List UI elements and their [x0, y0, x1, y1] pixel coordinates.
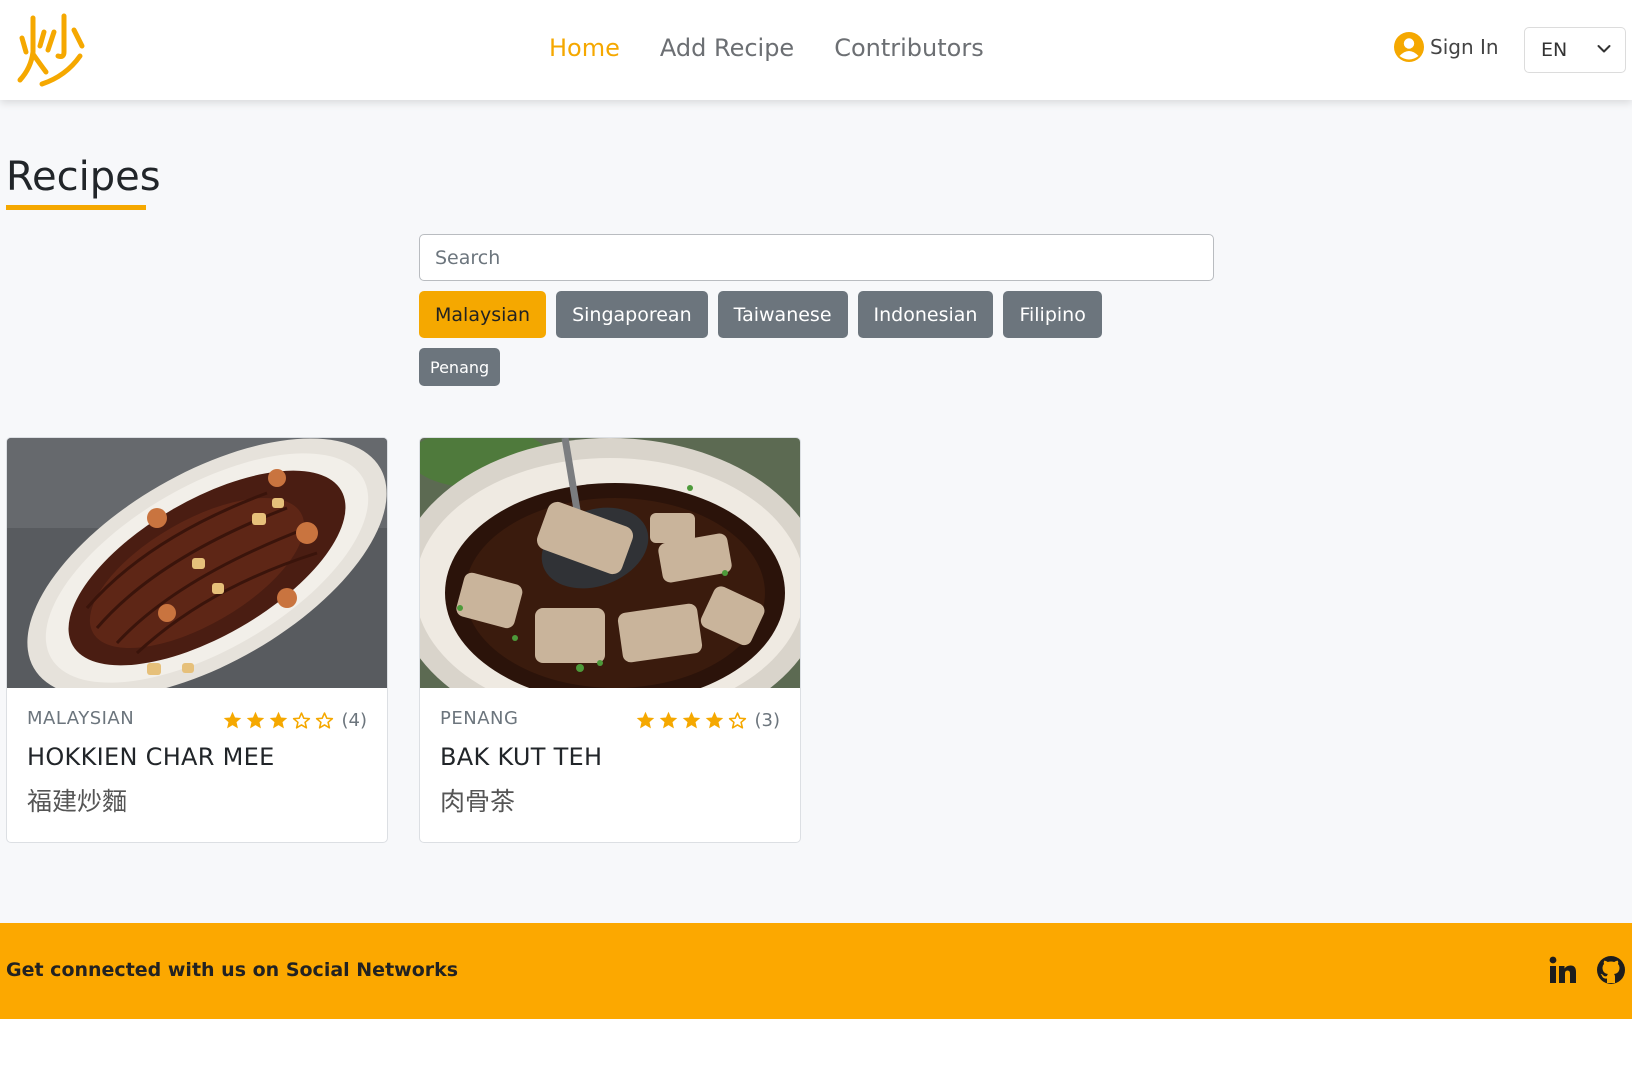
review-count: (4): [341, 710, 368, 731]
recipe-card[interactable]: MALAYSIAN (4) HOKKIEN CHAR MEE 福建炒麵: [6, 437, 388, 843]
nav-home-link[interactable]: Home: [549, 30, 620, 66]
star-filled-icon: [223, 711, 241, 729]
star-filled-icon: [682, 711, 700, 729]
nav-contributors-link[interactable]: Contributors: [834, 30, 984, 66]
recipe-rating: (4): [222, 710, 368, 731]
footer-social-text: Get connected with us on Social Networks: [6, 959, 459, 981]
filter-taiwanese-button[interactable]: Taiwanese: [717, 291, 848, 338]
nav-add-recipe-link[interactable]: Add Recipe: [660, 30, 794, 66]
filter-indonesian-button[interactable]: Indonesian: [857, 291, 994, 338]
linkedin-icon[interactable]: [1548, 955, 1578, 985]
recipe-cuisine: MALAYSIAN: [27, 708, 135, 729]
star-empty-icon: [292, 712, 310, 729]
logo-chao-icon[interactable]: [14, 12, 88, 88]
star-empty-icon: [728, 712, 746, 729]
recipe-chinese-name: 福建炒麵: [27, 787, 128, 816]
bak-kut-teh-image: [420, 438, 800, 688]
review-count: (3): [754, 710, 781, 731]
region-filter-group: Penang: [419, 348, 501, 386]
recipe-cuisine: PENANG: [440, 708, 519, 729]
chevron-down-icon: [1597, 45, 1611, 53]
language-select[interactable]: EN: [1524, 27, 1626, 73]
main-nav: Home Add Recipe Contributors: [549, 30, 984, 66]
star-filled-icon: [659, 711, 677, 729]
language-value: EN: [1541, 39, 1568, 61]
recipe-name: BAK KUT TEH: [440, 743, 603, 771]
star-filled-icon: [705, 711, 723, 729]
sign-in-label: Sign In: [1430, 35, 1499, 59]
recipe-card[interactable]: PENANG (3) BAK KUT TEH 肉骨茶: [419, 437, 801, 843]
star-filled-icon: [636, 711, 654, 729]
star-filled-icon: [246, 711, 264, 729]
recipe-rating: (3): [635, 710, 781, 731]
footer: Get connected with us on Social Networks: [0, 923, 1632, 1019]
star-empty-icon: [315, 712, 333, 729]
navbar: Home Add Recipe Contributors Sign In EN: [0, 0, 1632, 100]
filter-penang-button[interactable]: Penang: [419, 348, 501, 386]
filter-filipino-button[interactable]: Filipino: [1003, 291, 1102, 338]
star-filled-icon: [269, 711, 287, 729]
cuisine-filter-group: Malaysian Singaporean Taiwanese Indonesi…: [419, 291, 1102, 338]
recipe-name: HOKKIEN CHAR MEE: [27, 743, 275, 771]
search-input[interactable]: [419, 234, 1214, 281]
hokkien-char-mee-image: [7, 438, 387, 688]
filter-malaysian-button[interactable]: Malaysian: [419, 291, 547, 338]
page-title: Recipes: [6, 154, 161, 200]
filter-singaporean-button[interactable]: Singaporean: [556, 291, 708, 338]
title-underline: [6, 205, 146, 210]
sign-in-button[interactable]: Sign In: [1394, 32, 1499, 62]
github-icon[interactable]: [1596, 955, 1626, 985]
recipe-chinese-name: 肉骨茶: [440, 787, 516, 816]
user-circle-icon: [1394, 32, 1424, 62]
